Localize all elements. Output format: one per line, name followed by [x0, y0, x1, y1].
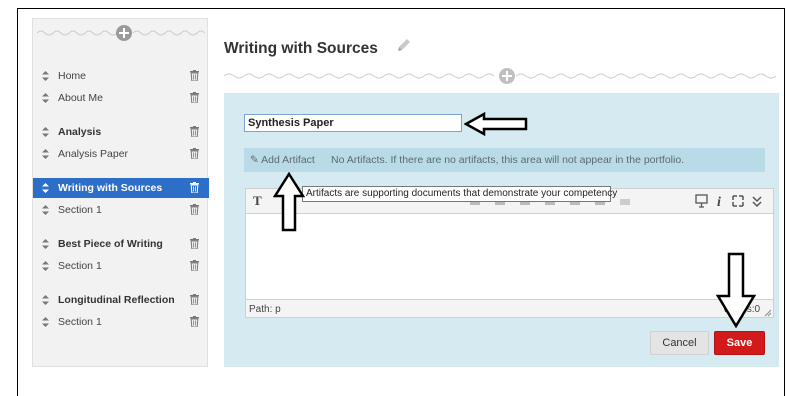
info-icon: i	[717, 195, 721, 209]
toolbar-right-icons[interactable]: i	[695, 193, 773, 209]
sidebar-item[interactable]: Analysis Paper	[33, 144, 209, 164]
text-format-icon[interactable]: T	[253, 193, 262, 209]
drag-handle-icon[interactable]	[41, 127, 50, 137]
artifact-tooltip: Artifacts are supporting documents that …	[302, 186, 617, 202]
sidebar-item[interactable]: Section 1	[33, 312, 209, 332]
sidebar-item[interactable]: Longitudinal Reflection	[33, 290, 209, 310]
sidebar-item[interactable]: Analysis	[33, 122, 209, 142]
fullscreen-icon	[732, 195, 744, 207]
resize-handle-icon[interactable]	[764, 309, 772, 317]
drag-handle-icon[interactable]	[41, 205, 50, 215]
save-button[interactable]: Save	[714, 331, 765, 355]
sidebar-item[interactable]: Best Piece of Writing	[33, 234, 209, 254]
editor-content-area[interactable]	[245, 214, 774, 300]
section-title-input[interactable]	[244, 114, 462, 132]
sidebar-item[interactable]: Writing with Sources	[33, 178, 209, 198]
sidebar-item-label: Home	[58, 70, 87, 82]
sidebar-item-label: Section 1	[58, 316, 102, 328]
trash-icon[interactable]	[190, 316, 199, 327]
drag-handle-icon[interactable]	[41, 183, 50, 193]
sidebar-item-label: Longitudinal Reflection	[58, 294, 175, 306]
expand-icon	[752, 196, 762, 208]
drag-handle-icon[interactable]	[41, 71, 50, 81]
sidebar-item-label: Section 1	[58, 204, 102, 216]
trash-icon[interactable]	[190, 294, 199, 305]
sidebar-item-label: Analysis	[58, 126, 102, 138]
cancel-button[interactable]: Cancel	[650, 331, 709, 355]
sidebar-item[interactable]: Section 1	[33, 256, 209, 276]
add-section-icon[interactable]	[224, 66, 779, 86]
drag-handle-icon[interactable]	[41, 261, 50, 271]
drag-handle-icon[interactable]	[41, 317, 50, 327]
editor-statusbar	[245, 300, 774, 318]
preview-icon	[695, 194, 708, 208]
trash-icon[interactable]	[190, 126, 199, 137]
drag-handle-icon[interactable]	[41, 149, 50, 159]
paperclip-icon: ✎	[250, 154, 259, 166]
sidebar-item-label: Best Piece of Writing	[58, 238, 163, 250]
trash-icon[interactable]	[190, 70, 199, 81]
arrow-left-annotation	[464, 112, 528, 136]
add-artifact-label: Add Artifact	[261, 154, 315, 166]
page-title: Writing with Sources	[224, 40, 378, 57]
editor-path: Path: p	[249, 304, 281, 315]
sidebar-item-label: Analysis Paper	[58, 148, 129, 160]
trash-icon[interactable]	[190, 204, 199, 215]
trash-icon[interactable]	[190, 238, 199, 249]
add-section-icon[interactable]	[37, 24, 205, 42]
sidebar-item[interactable]: About Me	[33, 88, 209, 108]
svg-text:i: i	[717, 195, 721, 209]
trash-icon[interactable]	[190, 148, 199, 159]
drag-handle-icon[interactable]	[41, 239, 50, 249]
drag-handle-icon[interactable]	[41, 295, 50, 305]
sidebar-item-label: About Me	[58, 92, 103, 104]
arrow-down-annotation	[716, 252, 756, 328]
sidebar-item[interactable]: Home	[33, 66, 209, 86]
sidebar: Home About Me Analysis Analysis Paper Writin…	[32, 18, 209, 367]
trash-icon[interactable]	[190, 92, 199, 103]
artifact-note: No Artifacts. If there are no artifacts,…	[331, 154, 685, 166]
sidebar-item-label: Section 1	[58, 260, 102, 272]
pencil-icon[interactable]	[396, 38, 411, 53]
sidebar-item-label: Writing with Sources	[58, 182, 163, 194]
sidebar-item[interactable]: Section 1	[33, 200, 209, 220]
trash-icon[interactable]	[190, 260, 199, 271]
arrow-up-annotation	[273, 172, 305, 232]
add-artifact-link[interactable]: ✎ Add Artifact	[250, 154, 315, 166]
trash-icon[interactable]	[190, 182, 199, 193]
drag-handle-icon[interactable]	[41, 93, 50, 103]
